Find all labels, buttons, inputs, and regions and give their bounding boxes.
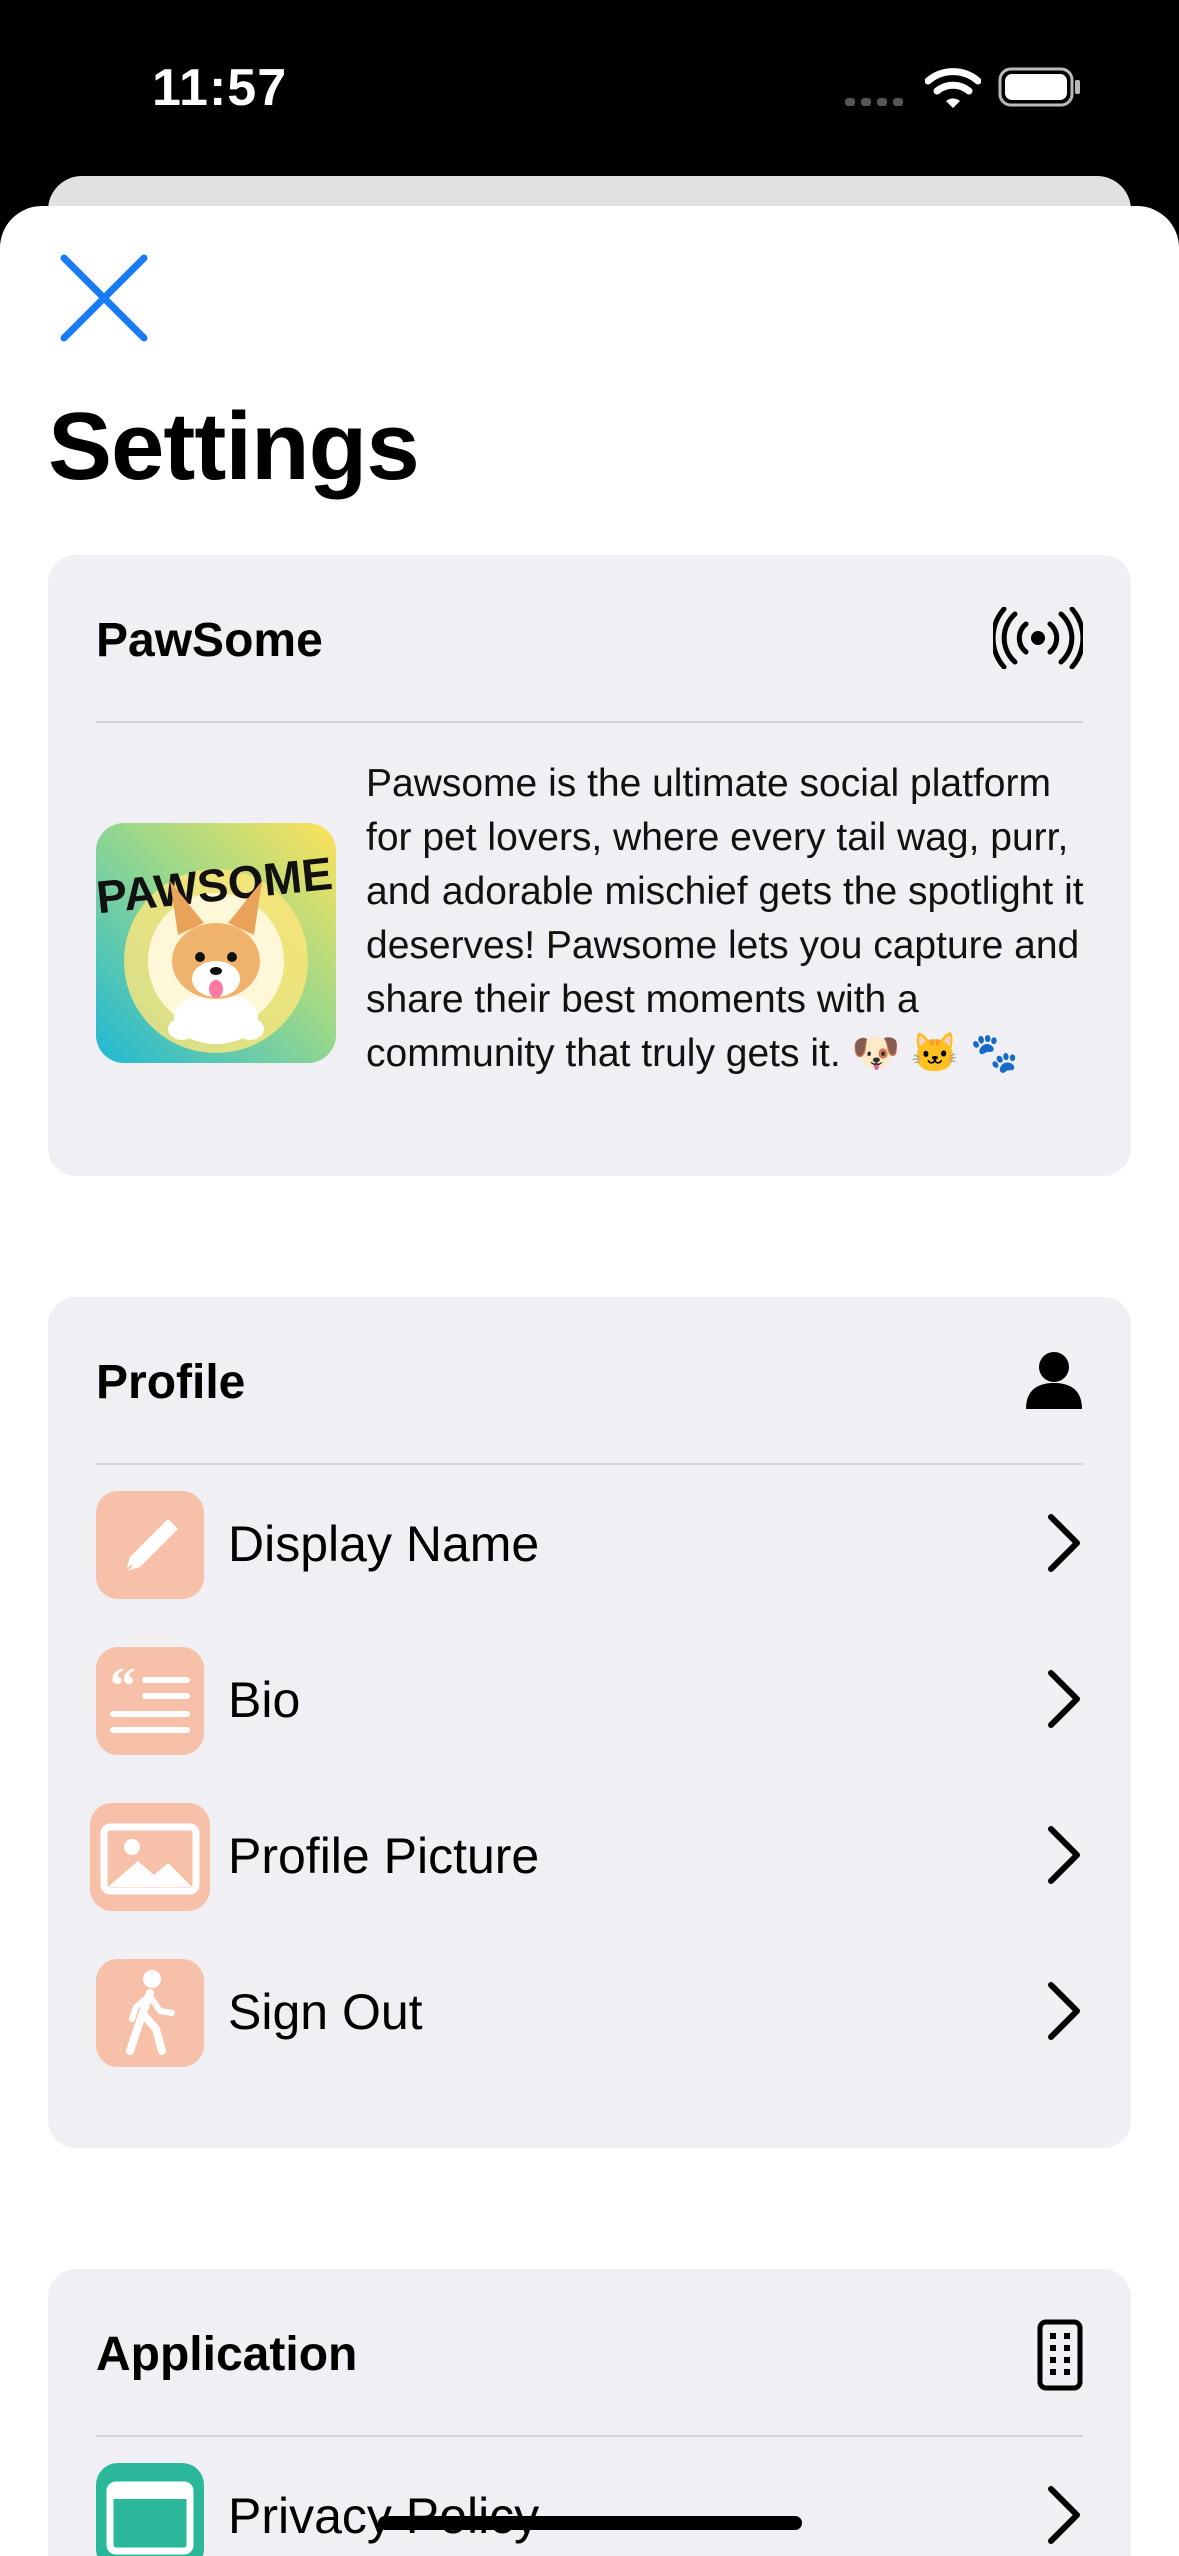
app-description: Pawsome is the ultimate social platform … bbox=[366, 762, 1084, 1075]
walking-figure-icon bbox=[96, 1959, 204, 2067]
wifi-icon bbox=[925, 68, 981, 108]
home-indicator bbox=[378, 2516, 802, 2530]
phone-icon bbox=[1037, 2319, 1083, 2391]
pencil-icon bbox=[96, 1491, 204, 1599]
cellular-signal-icon bbox=[845, 98, 903, 106]
about-card: PawSome PAWSOME Pawsome is the ultimate … bbox=[48, 555, 1131, 1176]
chevron-right-icon bbox=[1048, 1514, 1080, 1572]
chevron-right-icon bbox=[1048, 1982, 1080, 2040]
application-section-title: Application bbox=[96, 2328, 358, 2381]
quote-text-icon: “ bbox=[96, 1647, 204, 1755]
profile-picture-row[interactable]: Profile Picture bbox=[90, 1777, 1083, 1933]
profile-card-header: Profile bbox=[96, 1297, 1083, 1465]
battery-icon bbox=[998, 67, 1080, 107]
broadcast-icon bbox=[993, 607, 1083, 669]
profile-card: Profile Display Name “ Bio Profile Pictu… bbox=[48, 1297, 1131, 2148]
chevron-right-icon bbox=[1048, 1826, 1080, 1884]
sign-out-row[interactable]: Sign Out bbox=[96, 1933, 1083, 2089]
page-title: Settings bbox=[48, 393, 420, 500]
document-icon bbox=[96, 2463, 204, 2556]
privacy-policy-row[interactable]: Privacy Policy bbox=[96, 2437, 1083, 2556]
row-label: Display Name bbox=[228, 1516, 540, 1572]
application-card-header: Application bbox=[96, 2269, 1083, 2437]
status-bar: 11:57 bbox=[0, 0, 1179, 170]
profile-section-title: Profile bbox=[96, 1356, 246, 1409]
close-icon[interactable] bbox=[56, 250, 152, 346]
about-card-header: PawSome bbox=[96, 555, 1083, 723]
application-card: Application Privacy Policy bbox=[48, 2269, 1131, 2556]
settings-sheet: Settings PawSome PAWSOME Pawsome is the … bbox=[0, 206, 1179, 2556]
status-time: 11:57 bbox=[152, 59, 288, 117]
row-label: Bio bbox=[228, 1672, 301, 1728]
person-icon bbox=[1026, 1352, 1082, 1409]
display-name-row[interactable]: Display Name bbox=[96, 1465, 1083, 1621]
bio-row[interactable]: “ Bio bbox=[96, 1621, 1083, 1777]
app-logo: PAWSOME bbox=[96, 823, 336, 1063]
app-name: PawSome bbox=[96, 614, 323, 667]
chevron-right-icon bbox=[1048, 1670, 1080, 1728]
chevron-right-icon bbox=[1048, 2486, 1080, 2544]
row-label: Sign Out bbox=[228, 1984, 423, 2040]
row-label: Profile Picture bbox=[228, 1828, 540, 1884]
svg-text:“: “ bbox=[110, 1658, 136, 1715]
photo-icon bbox=[90, 1803, 210, 1911]
